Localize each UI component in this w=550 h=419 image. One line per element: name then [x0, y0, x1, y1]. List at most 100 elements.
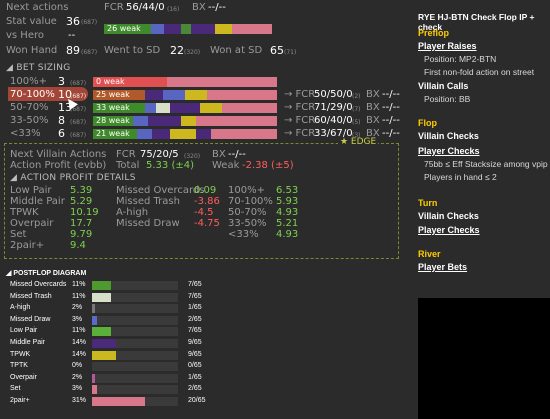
size-bx-label: BX	[366, 115, 380, 126]
postflop-bar-fill	[92, 385, 98, 395]
size-sub: (687)	[70, 132, 87, 139]
size-bx: --/--	[382, 128, 400, 139]
size-bar: 28 weak	[93, 116, 277, 126]
player-checks-flop[interactable]: Player Checks	[418, 146, 480, 156]
profit-value: 9.4	[70, 240, 86, 251]
postflop-bar-fill	[92, 339, 117, 348]
collapse-icon[interactable]: ◢	[10, 173, 20, 183]
size-sub: (687)	[70, 80, 87, 87]
size-bar-label: 25 weak	[96, 90, 130, 99]
collapse-icon[interactable]: ◢	[6, 63, 16, 73]
turn-header: Turn	[418, 198, 438, 208]
postflop-bar	[92, 327, 178, 337]
postflop-bar	[92, 339, 178, 348]
postflop-bar	[92, 304, 178, 314]
postflop-bar	[92, 281, 178, 290]
profit-label: Overpair	[10, 218, 54, 229]
weak-range-bar: 26 weak	[104, 24, 272, 34]
preflop-header: Preflop	[418, 28, 450, 38]
profit-value: 17.7	[70, 218, 93, 229]
profit-value: 4.93	[276, 229, 299, 240]
profit-label: Set	[10, 229, 27, 240]
postflop-pct: 2%	[72, 373, 83, 381]
villain-checks-flop[interactable]: Villain Checks	[418, 131, 479, 141]
vs-hero-value: --	[68, 30, 76, 41]
postflop-label: Missed Trash	[10, 292, 52, 300]
profit-label: 33-50%	[228, 218, 267, 229]
size-bar: 0 weak	[93, 77, 277, 87]
action-profit-label: Action Profit (evbb)	[10, 160, 107, 171]
size-bar: 33 weak	[93, 103, 277, 113]
size-count: 8	[58, 114, 65, 127]
profit-value: 5.39	[70, 185, 93, 196]
postflop-bar-fill	[92, 304, 96, 314]
profit-value: 9.79	[70, 229, 93, 240]
villain-bx-label: BX	[212, 149, 226, 160]
won-hand-sub: (687)	[81, 49, 98, 56]
size-bar-label: 21 weak	[96, 129, 130, 138]
profit-details-title-text: ACTION PROFIT DETAILS	[20, 173, 136, 183]
won-hand-label: Won Hand	[6, 45, 58, 56]
total-label: Total	[116, 160, 140, 171]
villain-calls-label[interactable]: Villain Calls	[418, 81, 468, 91]
postflop-count: 0/65	[188, 362, 202, 370]
vs-hero-label: vs Hero	[6, 30, 44, 41]
profit-value: 5.21	[276, 218, 299, 229]
profit-value: -4.5	[194, 207, 214, 218]
profit-value: 4.93	[276, 207, 299, 218]
postflop-count: 2/65	[188, 385, 202, 393]
postflop-count: 9/65	[188, 339, 202, 346]
size-label: 50-70%	[10, 102, 49, 113]
postflop-bar-fill	[92, 281, 111, 290]
fcr-arrow-label: → FCR	[284, 102, 316, 113]
fcr-arrow-label: → FCR	[284, 115, 316, 126]
first-nonfold: First non-fold action on street	[424, 67, 535, 77]
player-bets-link[interactable]: Player Bets	[418, 262, 467, 272]
postflop-count: 9/65	[188, 350, 202, 358]
postflop-bar	[92, 350, 178, 360]
postflop-label: Missed Draw	[10, 315, 51, 323]
profit-label: <33%	[228, 229, 259, 240]
size-bx: --/--	[382, 102, 400, 113]
edge-label: ★ EDGE	[338, 137, 379, 147]
profit-value: 10.19	[70, 207, 99, 218]
villain-checks-turn[interactable]: Villain Checks	[418, 211, 479, 221]
postflop-title: ◢ POSTFLOP DIAGRAM	[6, 269, 86, 277]
postflop-bar	[92, 373, 178, 383]
river-header: River	[418, 249, 441, 259]
villain-fcr-label: FCR	[116, 149, 136, 160]
postflop-label: TPWK	[10, 350, 31, 358]
position-bb: Position: BB	[424, 94, 471, 104]
stat-value: 36	[66, 15, 80, 28]
size-fcr-sub: (7)	[352, 106, 361, 113]
profit-label: A-high	[116, 207, 149, 218]
profit-value: -4.75	[194, 218, 220, 229]
bx-label: BX	[192, 2, 206, 13]
postflop-bar-fill	[92, 397, 146, 406]
went-sd-sub: (320)	[184, 49, 201, 56]
size-bar-label: 33 weak	[96, 103, 130, 112]
stat-value-label: Stat value	[6, 16, 57, 27]
profit-value: -3.86	[194, 196, 220, 207]
profit-label: Low Pair	[10, 185, 52, 196]
postflop-bar-fill	[92, 292, 111, 302]
profit-details-title: ◢ ACTION PROFIT DETAILS	[10, 173, 136, 183]
postflop-pct: 14%	[72, 339, 87, 346]
weak-label: Weak	[212, 160, 240, 171]
profit-label: 100%+	[228, 185, 265, 196]
fcr-sub: (16)	[167, 6, 180, 13]
size-bx-label: BX	[366, 102, 380, 113]
stack-note: 75bb ≤ Eff Stacksize among vpip	[424, 159, 548, 169]
postflop-count: 7/65	[188, 327, 202, 335]
postflop-label: 2pair+	[10, 397, 30, 404]
postflop-bar-fill	[92, 315, 98, 325]
size-fcr-sub: (2)	[352, 93, 361, 100]
size-fcr: 50/50/0	[314, 89, 353, 100]
fcr-label: FCR	[104, 2, 124, 13]
player-raises-link[interactable]: Player Raises	[418, 41, 477, 51]
won-sd-sub: (71)	[284, 49, 297, 56]
profit-label: 50-70%	[228, 207, 267, 218]
player-checks-turn[interactable]: Player Checks	[418, 225, 480, 235]
postflop-title-text: POSTFLOP DIAGRAM	[13, 270, 87, 277]
postflop-count: 20/65	[188, 397, 206, 404]
